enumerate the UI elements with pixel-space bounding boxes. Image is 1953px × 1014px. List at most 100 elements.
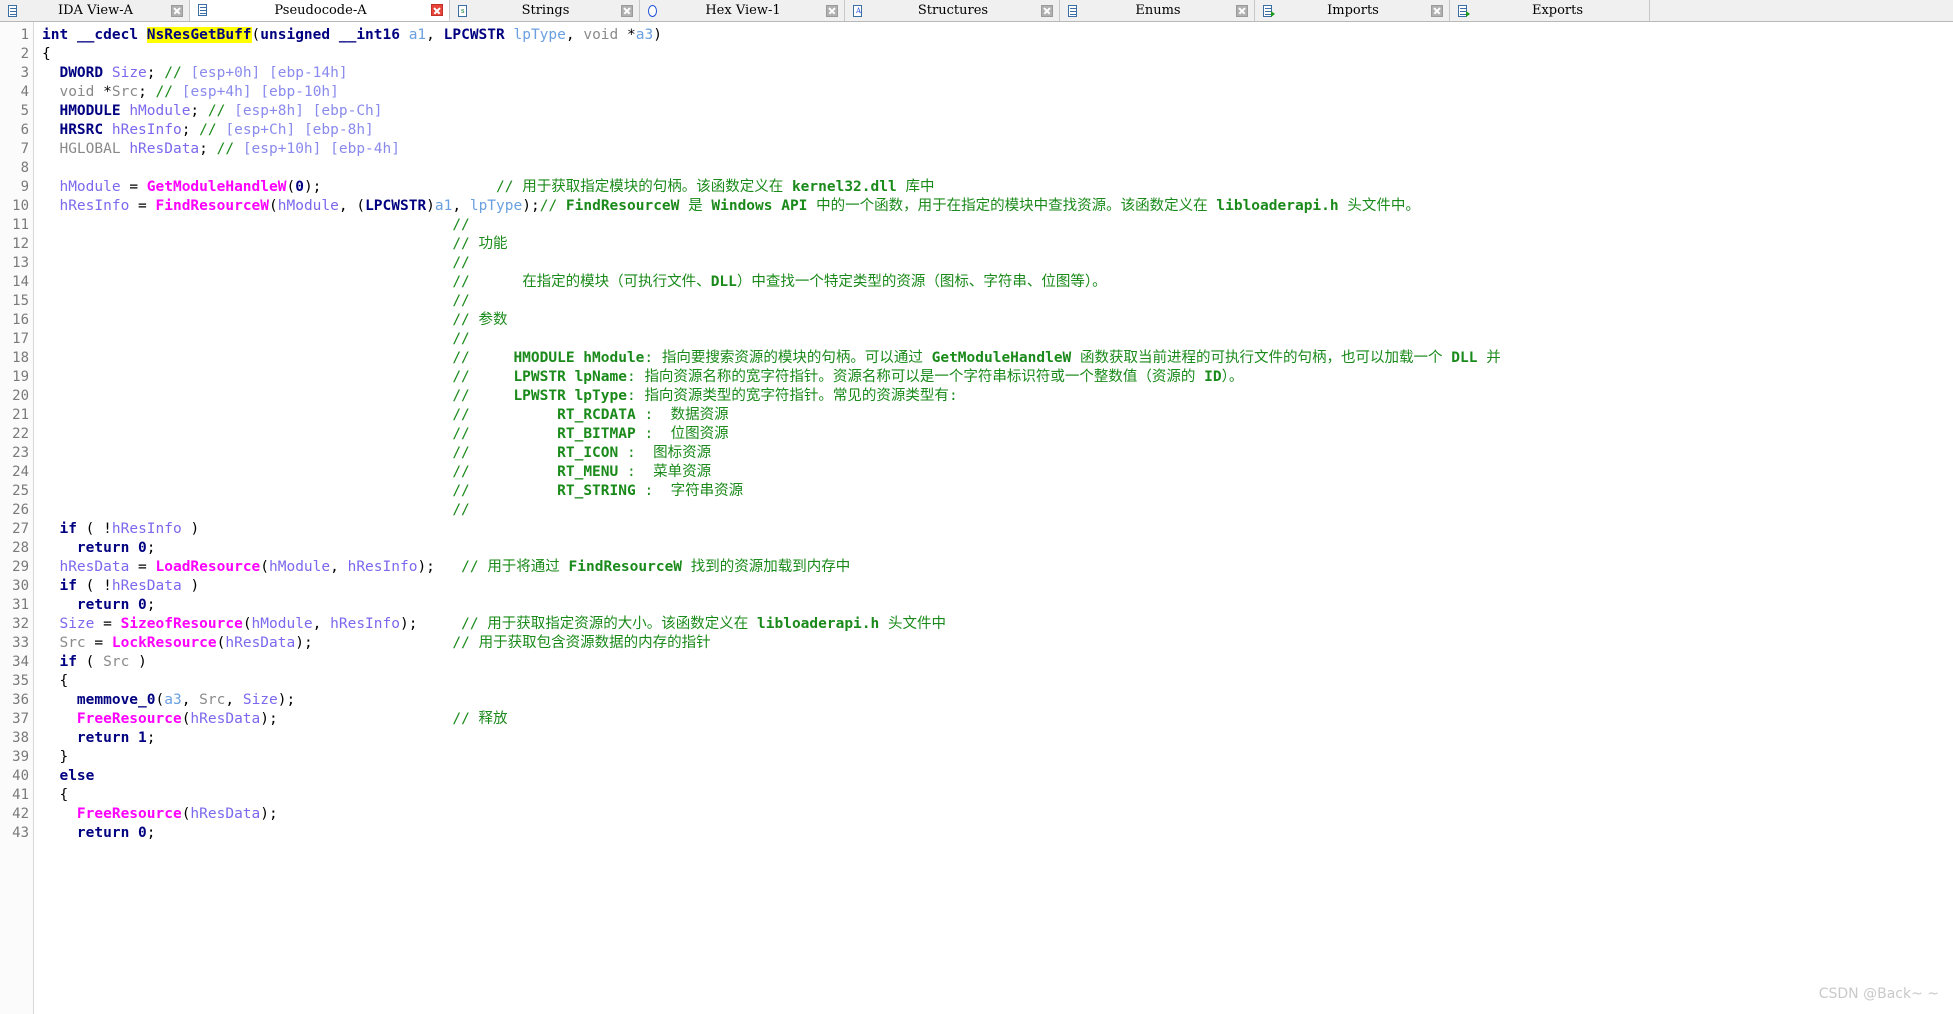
line-number: 36 bbox=[12, 692, 29, 708]
code-line[interactable]: // HMODULE hModule: 指向要搜索资源的模块的句柄。可以通过 G… bbox=[42, 349, 1953, 368]
line-number: 37 bbox=[12, 711, 29, 727]
line-number: 6 bbox=[20, 122, 29, 138]
close-icon[interactable] bbox=[621, 4, 633, 17]
code-line[interactable]: else bbox=[42, 767, 1953, 786]
code-line[interactable]: // bbox=[42, 254, 1953, 273]
code-line[interactable]: return 0; bbox=[42, 596, 1953, 615]
code-line[interactable]: hResData = LoadResource(hModule, hResInf… bbox=[42, 558, 1953, 577]
code-line[interactable]: // LPWSTR lpType: 指向资源类型的宽字符指针。常见的资源类型有: bbox=[42, 387, 1953, 406]
close-icon[interactable] bbox=[171, 4, 183, 17]
line-number: 31 bbox=[12, 597, 29, 613]
imports-icon bbox=[1261, 4, 1275, 18]
line-number: 11 bbox=[12, 217, 29, 233]
code-line[interactable]: DWORD Size; // [esp+0h] [ebp-14h] bbox=[42, 64, 1953, 83]
close-icon[interactable] bbox=[826, 4, 838, 17]
close-icon[interactable] bbox=[1236, 4, 1248, 17]
code-line[interactable]: if ( !hResData ) bbox=[42, 577, 1953, 596]
code-line[interactable]: FreeResource(hResData); bbox=[42, 805, 1953, 824]
code-line[interactable]: // bbox=[42, 216, 1953, 235]
code-line[interactable]: // LPWSTR lpName: 指向资源名称的宽字符指针。资源名称可以是一个… bbox=[42, 368, 1953, 387]
code-line[interactable]: memmove_0(a3, Src, Size); bbox=[42, 691, 1953, 710]
tab-bar[interactable]: IDA View-A Pseudocode-A Strings Hex View-1 S… bbox=[0, 0, 1953, 22]
line-number: 19 bbox=[12, 369, 29, 385]
code-line[interactable]: // 在指定的模块（可执行文件、DLL）中查找一个特定类型的资源（图标、字符串、… bbox=[42, 273, 1953, 292]
close-icon[interactable] bbox=[1431, 4, 1443, 17]
line-number: 4 bbox=[20, 84, 29, 100]
line-number: 13 bbox=[12, 255, 29, 271]
line-number: 15 bbox=[12, 293, 29, 309]
code-line[interactable]: { bbox=[42, 786, 1953, 805]
line-number: 39 bbox=[12, 749, 29, 765]
line-number: 7 bbox=[20, 141, 29, 157]
code-line[interactable]: { bbox=[42, 672, 1953, 691]
code-line[interactable]: // RT_RCDATA : 数据资源 bbox=[42, 406, 1953, 425]
line-number: 41 bbox=[12, 787, 29, 803]
tab-exports[interactable]: Exports bbox=[1450, 0, 1650, 21]
code-line[interactable]: // bbox=[42, 501, 1953, 520]
code-line[interactable] bbox=[42, 159, 1953, 178]
code-line[interactable]: // 参数 bbox=[42, 311, 1953, 330]
code-content[interactable]: int __cdecl NsResGetBuff(unsigned __int1… bbox=[34, 22, 1953, 1014]
code-line[interactable]: void *Src; // [esp+4h] [ebp-10h] bbox=[42, 83, 1953, 102]
line-number: 23 bbox=[12, 445, 29, 461]
code-line[interactable]: hResInfo = FindResourceW(hModule, (LPCWS… bbox=[42, 197, 1953, 216]
line-number: 20 bbox=[12, 388, 29, 404]
line-number: 35 bbox=[12, 673, 29, 689]
code-line[interactable]: // 功能 bbox=[42, 235, 1953, 254]
code-line[interactable]: hModule = GetModuleHandleW(0); // 用于获取指定… bbox=[42, 178, 1953, 197]
code-line[interactable]: return 1; bbox=[42, 729, 1953, 748]
code-line[interactable]: return 0; bbox=[42, 824, 1953, 843]
tab-label: Imports bbox=[1327, 3, 1379, 18]
line-number: 1 bbox=[20, 27, 29, 43]
line-number: 12 bbox=[12, 236, 29, 252]
pseudocode-editor[interactable]: 1 2 3 4 5 6 7 8 9 10 11 12 13 14 15 16 17 18 19 20 21 22 23 24 2… bbox=[0, 22, 1953, 1014]
line-number: 32 bbox=[12, 616, 29, 632]
line-number: 25 bbox=[12, 483, 29, 499]
tab-label: Hex View-1 bbox=[705, 3, 781, 18]
line-number: 17 bbox=[12, 331, 29, 347]
code-line[interactable]: { bbox=[42, 45, 1953, 64]
tab-label: Pseudocode-A bbox=[274, 2, 367, 18]
tab-enums[interactable]: Enums bbox=[1060, 0, 1255, 21]
structures-icon bbox=[851, 4, 865, 18]
tab-strings[interactable]: Strings bbox=[450, 0, 640, 21]
tab-label: Enums bbox=[1135, 3, 1181, 18]
line-number: 21 bbox=[12, 407, 29, 423]
code-line[interactable]: Size = SizeofResource(hModule, hResInfo)… bbox=[42, 615, 1953, 634]
tab-imports[interactable]: Imports bbox=[1255, 0, 1450, 21]
code-line[interactable]: HGLOBAL hResData; // [esp+10h] [ebp-4h] bbox=[42, 140, 1953, 159]
line-number: 29 bbox=[12, 559, 29, 575]
line-number: 14 bbox=[12, 274, 29, 290]
code-line[interactable]: if ( Src ) bbox=[42, 653, 1953, 672]
tab-ida-view-a[interactable]: IDA View-A bbox=[0, 0, 190, 21]
code-line[interactable]: // bbox=[42, 330, 1953, 349]
line-number: 24 bbox=[12, 464, 29, 480]
code-line[interactable]: Src = LockResource(hResData); // 用于获取包含资… bbox=[42, 634, 1953, 653]
code-line[interactable]: } bbox=[42, 748, 1953, 767]
code-line[interactable]: // RT_ICON : 图标资源 bbox=[42, 444, 1953, 463]
close-icon[interactable] bbox=[1041, 4, 1053, 17]
pseudocode-icon bbox=[196, 3, 210, 17]
line-number: 8 bbox=[20, 160, 29, 176]
code-line[interactable]: HMODULE hModule; // [esp+8h] [ebp-Ch] bbox=[42, 102, 1953, 121]
code-line[interactable]: // RT_STRING : 字符串资源 bbox=[42, 482, 1953, 501]
code-line[interactable]: FreeResource(hResData); // 释放 bbox=[42, 710, 1953, 729]
code-line[interactable]: int __cdecl NsResGetBuff(unsigned __int1… bbox=[42, 26, 1953, 45]
code-line[interactable]: if ( !hResInfo ) bbox=[42, 520, 1953, 539]
tab-pseudocode-a[interactable]: Pseudocode-A bbox=[190, 0, 450, 21]
code-line[interactable]: HRSRC hResInfo; // [esp+Ch] [ebp-8h] bbox=[42, 121, 1953, 140]
line-number: 40 bbox=[12, 768, 29, 784]
enums-icon bbox=[1066, 4, 1080, 18]
line-number: 33 bbox=[12, 635, 29, 651]
code-line[interactable]: // RT_MENU : 菜单资源 bbox=[42, 463, 1953, 482]
line-number-gutter: 1 2 3 4 5 6 7 8 9 10 11 12 13 14 15 16 17 18 19 20 21 22 23 24 2… bbox=[0, 22, 34, 1014]
tab-hex-view-1[interactable]: Hex View-1 bbox=[640, 0, 845, 21]
watermark: CSDN @Back~ ~ bbox=[1818, 986, 1939, 1002]
line-number: 26 bbox=[12, 502, 29, 518]
tab-structures[interactable]: Structures bbox=[845, 0, 1060, 21]
code-line[interactable]: return 0; bbox=[42, 539, 1953, 558]
strings-icon bbox=[456, 4, 470, 18]
code-line[interactable]: // bbox=[42, 292, 1953, 311]
close-icon[interactable] bbox=[431, 4, 443, 16]
code-line[interactable]: // RT_BITMAP : 位图资源 bbox=[42, 425, 1953, 444]
